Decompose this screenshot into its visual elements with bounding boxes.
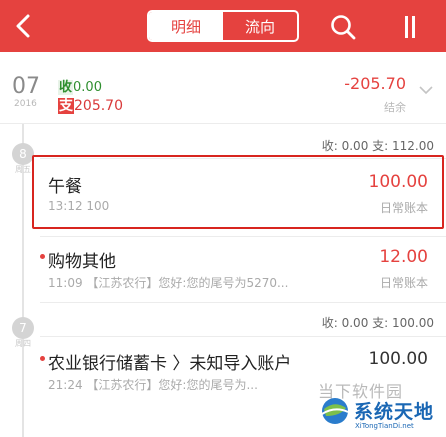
watermark-brand: 系统天地 xyxy=(354,401,435,423)
chevron-down-icon[interactable] xyxy=(418,85,434,95)
tab-detail[interactable]: 明细 xyxy=(149,12,223,40)
day-marker: 8 周五 xyxy=(12,143,34,174)
more-icon xyxy=(405,16,415,38)
divider xyxy=(40,236,446,237)
month-balance-label: 结余 xyxy=(384,101,406,114)
expense-value: 205.70 xyxy=(74,98,123,114)
expense-dot xyxy=(40,254,45,259)
month-summary[interactable]: 07 2016 收0.00 支205.70 -205.70 结余 xyxy=(0,52,446,124)
day-summary: 收: 0.00 支: 112.00 xyxy=(321,139,434,153)
search-button[interactable] xyxy=(328,12,358,42)
search-icon xyxy=(331,15,356,40)
entry-amount: 100.00 xyxy=(368,172,428,192)
expense-dot xyxy=(40,356,45,361)
list-item[interactable]: 购物其他 12.00 11:09 【江苏农行】您好:您的尾号为5270... 日… xyxy=(40,240,440,298)
entry-amount: 100.00 xyxy=(368,349,428,369)
globe-logo-icon xyxy=(321,398,349,424)
income-key: 收 xyxy=(58,80,74,95)
back-button[interactable] xyxy=(6,8,42,44)
entry-category: 农业银行储蓄卡 〉未知导入账户 xyxy=(48,354,292,374)
weekday-label: 周五 xyxy=(15,165,31,174)
expense-key: 支 xyxy=(58,98,74,114)
tab-flow[interactable]: 流向 xyxy=(223,12,297,40)
day-number: 7 xyxy=(12,317,34,339)
entry-category: 购物其他 xyxy=(48,252,116,272)
month-income: 收0.00 xyxy=(58,76,102,95)
list-item[interactable]: 午餐 100.00 13:12 100 日常账本 xyxy=(40,165,440,223)
month-year: 2016 xyxy=(14,99,37,109)
divider xyxy=(40,336,446,337)
entry-time-note: 21:24 【江苏农行】您好:您的尾号为... xyxy=(48,378,258,392)
divider xyxy=(40,158,446,159)
day-marker: 7 周四 xyxy=(12,317,34,348)
weekday-label: 周四 xyxy=(15,339,31,348)
day-summary: 收: 0.00 支: 100.00 xyxy=(321,316,434,330)
top-bar: 明细 流向 xyxy=(0,0,446,52)
month-number: 07 xyxy=(12,74,40,99)
app-root: 明细 流向 07 2016 收0.00 支205.70 -205.70 结余 8… xyxy=(0,0,446,437)
income-value: 0.00 xyxy=(73,80,102,95)
month-expense: 支205.70 xyxy=(58,95,123,115)
entry-account: 日常账本 xyxy=(379,201,428,215)
day-number: 8 xyxy=(12,143,34,165)
watermark-url: XiTongTianDi.net xyxy=(355,422,414,430)
entry-time-note: 13:12 100 xyxy=(48,199,110,213)
chevron-left-icon xyxy=(16,14,30,38)
more-button[interactable] xyxy=(395,14,425,40)
view-segmented-control: 明细 流向 xyxy=(147,10,299,42)
month-balance: -205.70 xyxy=(344,74,406,93)
entry-account: 日常账本 xyxy=(379,276,428,290)
entry-time-note: 11:09 【江苏农行】您好:您的尾号为5270... xyxy=(48,276,289,290)
divider xyxy=(40,302,446,303)
watermark: 当下软件园 系统天地 XiTongTianDi.net xyxy=(318,378,446,437)
entry-category: 午餐 xyxy=(48,177,82,197)
entry-amount: 12.00 xyxy=(379,247,428,267)
